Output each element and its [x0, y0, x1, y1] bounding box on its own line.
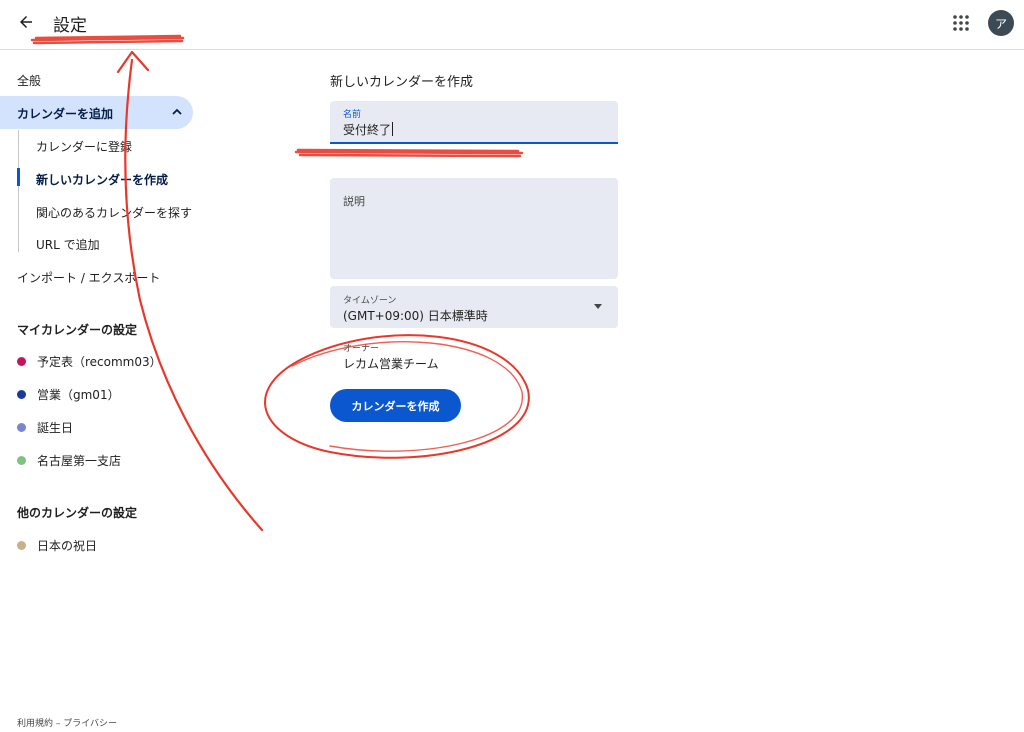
calendar-label: 名古屋第一支店: [37, 453, 122, 468]
calendar-item[interactable]: 名古屋第一支店: [17, 452, 121, 468]
sidebar-item-label: カレンダーを追加: [17, 107, 114, 121]
arrow-left-icon: [20, 16, 32, 28]
description-field[interactable]: 説明: [330, 178, 618, 279]
calendar-color-dot: [17, 540, 26, 550]
footer-links[interactable]: 利用規約 – プライバシー: [17, 716, 117, 729]
apps-grid-icon: [953, 15, 969, 31]
sidebar-subitem-create-new[interactable]: 新しいカレンダーを作成: [36, 171, 168, 188]
create-calendar-button[interactable]: カレンダーを作成: [330, 389, 461, 422]
calendar-color-dot: [17, 455, 26, 465]
calendar-color-dot: [17, 389, 26, 399]
timezone-label: タイムゾーン: [343, 296, 397, 306]
calendar-label: 営業（gm01）: [37, 387, 120, 402]
timezone-select[interactable]: タイムゾーン (GMT+09:00) 日本標準時: [330, 286, 618, 328]
owner-label: オーナー: [343, 344, 380, 354]
sidebar-item-general[interactable]: 全般: [17, 72, 41, 89]
account-avatar[interactable]: ア: [988, 10, 1014, 36]
back-button[interactable]: [14, 10, 38, 34]
calendar-item[interactable]: 誕生日: [17, 419, 73, 435]
sidebar-subitem-subscribe[interactable]: カレンダーに登録: [36, 138, 132, 155]
calendar-item[interactable]: 予定表（recomm03）: [17, 353, 162, 369]
calendar-item[interactable]: 営業（gm01）: [17, 386, 120, 402]
calendar-label: 日本の祝日: [37, 538, 98, 553]
curved-arrow-line: [124, 58, 264, 532]
name-field-underline-scribble: [294, 148, 524, 158]
arrow-head: [116, 50, 150, 74]
page-title: 設定: [53, 16, 87, 36]
google-apps-button[interactable]: [950, 12, 972, 34]
text-caret: [392, 122, 394, 136]
sidebar-subitem-browse[interactable]: 関心のあるカレンダーを探す: [36, 204, 192, 221]
calendar-label: 誕生日: [37, 420, 74, 435]
chevron-up-icon: [172, 108, 182, 115]
other-calendars-heading: 他のカレンダーの設定: [17, 506, 138, 520]
description-field-label: 説明: [343, 195, 365, 208]
submenu-rail: [18, 130, 19, 252]
sidebar-subitem-from-url[interactable]: URL で追加: [36, 236, 100, 253]
name-field-value: 受付終了: [343, 122, 394, 137]
owner-value: レカム営業チーム: [343, 357, 439, 371]
calendar-color-dot: [17, 422, 26, 432]
sidebar-item-add-calendar[interactable]: カレンダーを追加: [0, 96, 193, 129]
name-field[interactable]: 名前 受付終了: [330, 101, 618, 144]
my-calendars-heading: マイカレンダーの設定: [17, 323, 138, 337]
section-title: 新しいカレンダーを作成: [330, 75, 474, 90]
submenu-active-indicator: [17, 168, 20, 186]
timezone-value: (GMT+09:00) 日本標準時: [343, 309, 488, 323]
calendar-label: 予定表（recomm03）: [37, 354, 162, 369]
dropdown-arrow-icon: [594, 304, 602, 309]
top-bar: 設定 ア: [0, 0, 1024, 50]
calendar-item[interactable]: 日本の祝日: [17, 537, 97, 553]
sidebar-item-import-export[interactable]: インポート / エクスポート: [17, 269, 160, 286]
name-field-label: 名前: [343, 110, 362, 120]
calendar-color-dot: [17, 356, 26, 366]
